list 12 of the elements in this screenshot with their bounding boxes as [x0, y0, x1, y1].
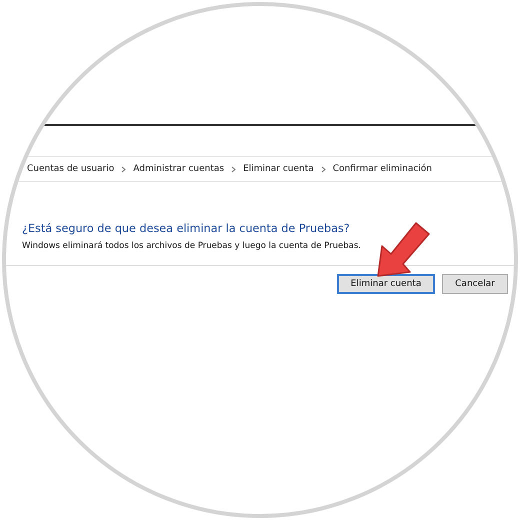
dialog-heading: ¿Está seguro de que desea eliminar la cuenta de Pruebas?: [22, 222, 351, 235]
breadcrumb-link[interactable]: Administrar cuentas: [133, 164, 224, 174]
dialog-message: Windows eliminará todos los archivos de Pruebas y luego la cuenta de Pruebas.: [22, 241, 362, 251]
dialog-button[interactable]: Eliminar cuenta: [337, 274, 435, 294]
chevron-icon: [121, 166, 126, 172]
dialog-button[interactable]: Cancelar: [442, 274, 508, 294]
breadcrumb-link[interactable]: Eliminar cuenta: [243, 164, 314, 174]
chevron-icon: [231, 166, 236, 172]
chevron-icon: [320, 166, 326, 172]
breadcrumb-link[interactable]: Confirmar eliminación: [332, 164, 432, 174]
pointer-arrow: [376, 220, 432, 278]
breadcrumb-link[interactable]: Cuentas de usuario: [27, 164, 114, 174]
